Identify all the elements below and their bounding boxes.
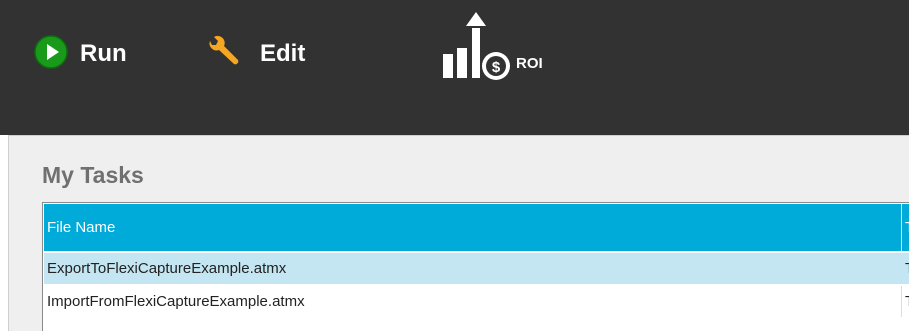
type-cell: T [901, 286, 909, 317]
file-name-cell: ImportFromFlexiCaptureExample.atmx [47, 293, 305, 310]
edit-button[interactable]: Edit [206, 35, 305, 73]
roi-label: ROI [516, 54, 543, 72]
column-header-file-name[interactable]: File Name [47, 204, 897, 251]
wrench-icon [206, 35, 242, 74]
app-window: Run Edit $ ROI My Tasks File Name Export… [0, 0, 909, 331]
svg-text:$: $ [492, 59, 501, 76]
edit-label: Edit [260, 40, 306, 67]
panel-title: My Tasks [42, 162, 144, 188]
roi-chart-icon: $ [440, 11, 510, 87]
toolbar: Run Edit $ ROI [0, 0, 909, 135]
table-header-row: File Name T [44, 204, 909, 251]
play-icon [34, 34, 68, 74]
my-tasks-panel: My Tasks File Name T ExportToFlexiCaptur… [8, 135, 909, 331]
table-row[interactable]: ExportToFlexiCaptureExample.atmx T [44, 253, 909, 284]
run-button[interactable]: Run [34, 34, 127, 74]
table-row[interactable]: ImportFromFlexiCaptureExample.atmx T [44, 286, 909, 317]
file-name-cell: ExportToFlexiCaptureExample.atmx [47, 260, 287, 277]
column-header-type[interactable]: T [901, 204, 909, 251]
tasks-table: File Name T ExportToFlexiCaptureExample.… [42, 202, 909, 331]
type-cell: T [901, 253, 909, 284]
roi-button[interactable]: $ ROI [440, 11, 543, 87]
run-label: Run [80, 40, 127, 67]
